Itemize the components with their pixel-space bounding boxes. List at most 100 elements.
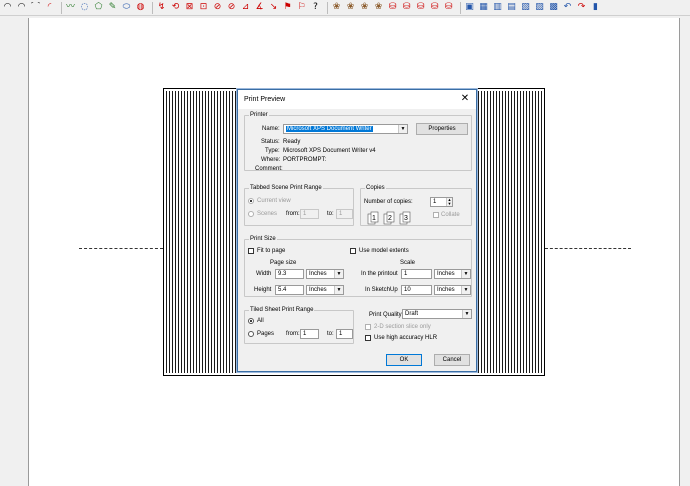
view-bottom-icon[interactable]: ▩ [548, 2, 559, 13]
move-icon[interactable]: ↯ [156, 2, 167, 13]
freehand-icon[interactable]: 〰 [65, 2, 76, 13]
pages-from-label: from: [286, 331, 300, 337]
properties-button[interactable]: Properties [416, 123, 468, 135]
component-2-icon[interactable]: ⛁ [401, 2, 412, 13]
all-label: All [257, 318, 264, 324]
view-front-icon[interactable]: ▥ [492, 2, 503, 13]
lasso-icon[interactable]: ◍ [135, 2, 146, 13]
printer-name-label: Name: [262, 126, 280, 132]
tiled-sheet-group-label: Tiled Sheet Print Range [249, 306, 315, 315]
scene-to-input[interactable]: 1 [336, 209, 353, 219]
use-model-extents-checkbox[interactable] [350, 248, 356, 254]
chevron-down-icon[interactable]: ▼ [461, 270, 470, 278]
print-quality-label: Print Quality [369, 312, 402, 318]
chevron-down-icon[interactable]: ▼ [334, 286, 343, 294]
paint-2-icon[interactable]: ❀ [345, 2, 356, 13]
axes-icon[interactable]: ⚐ [296, 2, 307, 13]
section-slice-checkbox[interactable] [365, 324, 371, 330]
print-quality-value: Draft [405, 311, 419, 317]
pages-to-label: to: [327, 331, 334, 337]
copies-number-value: 1 [433, 199, 437, 205]
copies-spinner[interactable]: ▲ ▼ [446, 198, 452, 206]
tape-icon[interactable]: ⊿ [240, 2, 251, 13]
copies-number-input[interactable]: 1 ▲ ▼ [430, 197, 453, 207]
close-icon[interactable]: ✕ [459, 93, 471, 105]
scenes-radio[interactable] [248, 211, 254, 217]
printer-group-label: Printer [249, 111, 269, 120]
previous-view-icon[interactable]: ▮ [590, 2, 601, 13]
fit-to-page-checkbox[interactable] [248, 248, 254, 254]
width-input[interactable]: 9.3 [275, 269, 304, 279]
copies-number-label: Number of copies: [364, 199, 413, 205]
text-icon[interactable]: ⚑ [282, 2, 293, 13]
view-top-icon[interactable]: ▦ [478, 2, 489, 13]
component-icon[interactable]: ⛁ [387, 2, 398, 13]
scale-icon[interactable]: ⊡ [198, 2, 209, 13]
dimension-icon[interactable]: ↘ [268, 2, 279, 13]
pages-from-input[interactable]: 1 [300, 329, 319, 339]
view-iso-icon[interactable]: ▣ [464, 2, 475, 13]
svg-text:3: 3 [404, 215, 408, 222]
dialog-titlebar: Print Preview ✕ [238, 90, 476, 109]
component-4-icon[interactable]: ⛁ [429, 2, 440, 13]
undo-icon[interactable]: ↶ [562, 2, 573, 13]
height-input[interactable]: 5.4 [275, 285, 304, 295]
circle-icon[interactable]: ◌ [79, 2, 90, 13]
all-radio[interactable] [248, 318, 254, 324]
protractor-icon[interactable]: ∡ [254, 2, 265, 13]
main-toolbar: ◠ ◠ ⌒ ◜ 〰 ◌ ⬠ ✎ ⬭ ◍ ↯ ⟲ ⊠ ⊡ ⊘ ⊘ ⊿ ∡ ↘ ⚑ … [0, 0, 690, 16]
in-printout-unit-value: Inches [437, 271, 455, 277]
in-printout-unit-select[interactable]: Inches ▼ [434, 269, 471, 279]
status-label: Status: [261, 139, 280, 145]
pages-to-input[interactable]: 1 [336, 329, 353, 339]
in-sketchup-input[interactable]: 10 [401, 285, 432, 295]
arc-icon[interactable]: ◠ [2, 2, 13, 13]
height-unit-select[interactable]: Inches ▼ [306, 285, 344, 295]
paint-icon[interactable]: ❀ [331, 2, 342, 13]
high-accuracy-checkbox[interactable] [365, 335, 371, 341]
arc-2-icon[interactable]: ◠ [16, 2, 27, 13]
in-sketchup-unit-select[interactable]: Inches ▼ [434, 285, 471, 295]
pushpull-icon[interactable]: ⊘ [212, 2, 223, 13]
ok-button[interactable]: OK [386, 354, 422, 366]
chevron-down-icon[interactable]: ▼ [461, 286, 470, 294]
component-5-icon[interactable]: ⛁ [443, 2, 454, 13]
component-3-icon[interactable]: ⛁ [415, 2, 426, 13]
view-back-icon[interactable]: ▧ [520, 2, 531, 13]
in-printout-input[interactable]: 1 [401, 269, 432, 279]
offset-icon[interactable]: ⊠ [184, 2, 195, 13]
collate-checkbox[interactable] [433, 212, 439, 218]
pages-radio[interactable] [248, 331, 254, 337]
chevron-down-icon[interactable]: ▼ [398, 125, 407, 133]
followme-icon[interactable]: ⊘ [226, 2, 237, 13]
scene-from-label: from: [286, 211, 300, 217]
arc-3-icon[interactable]: ⌒ [30, 2, 41, 13]
toolbar-separator [460, 1, 461, 14]
type-value: Microsoft XPS Document Writer v4 [283, 148, 376, 154]
paint-4-icon[interactable]: ❀ [373, 2, 384, 13]
printer-name-select[interactable]: Microsoft XPS Document Writer ▼ [283, 124, 408, 134]
ellipse-icon[interactable]: ⬭ [121, 2, 132, 13]
view-left-icon[interactable]: ▨ [534, 2, 545, 13]
width-unit-value: Inches [309, 271, 327, 277]
chevron-down-icon[interactable]: ▼ [462, 310, 471, 318]
width-label: Width [256, 271, 272, 277]
polygon-icon[interactable]: ⬠ [93, 2, 104, 13]
height-unit-value: Inches [309, 287, 327, 293]
current-view-radio[interactable] [248, 198, 254, 204]
width-unit-select[interactable]: Inches ▼ [306, 269, 344, 279]
help-icon[interactable]: ? [310, 2, 321, 13]
hatch-pattern-left [166, 91, 238, 373]
eraser-icon[interactable]: ✎ [107, 2, 118, 13]
paint-3-icon[interactable]: ❀ [359, 2, 370, 13]
cancel-button[interactable]: Cancel [434, 354, 470, 366]
scene-from-input[interactable]: 1 [300, 209, 319, 219]
rotate-icon[interactable]: ⟲ [170, 2, 181, 13]
where-value: PORTPROMPT: [283, 157, 327, 163]
where-label: Where: [261, 157, 281, 163]
pie-icon[interactable]: ◜ [44, 2, 55, 13]
chevron-down-icon[interactable]: ▼ [334, 270, 343, 278]
redo-icon[interactable]: ↷ [576, 2, 587, 13]
print-quality-select[interactable]: Draft ▼ [402, 309, 472, 319]
view-right-icon[interactable]: ▤ [506, 2, 517, 13]
